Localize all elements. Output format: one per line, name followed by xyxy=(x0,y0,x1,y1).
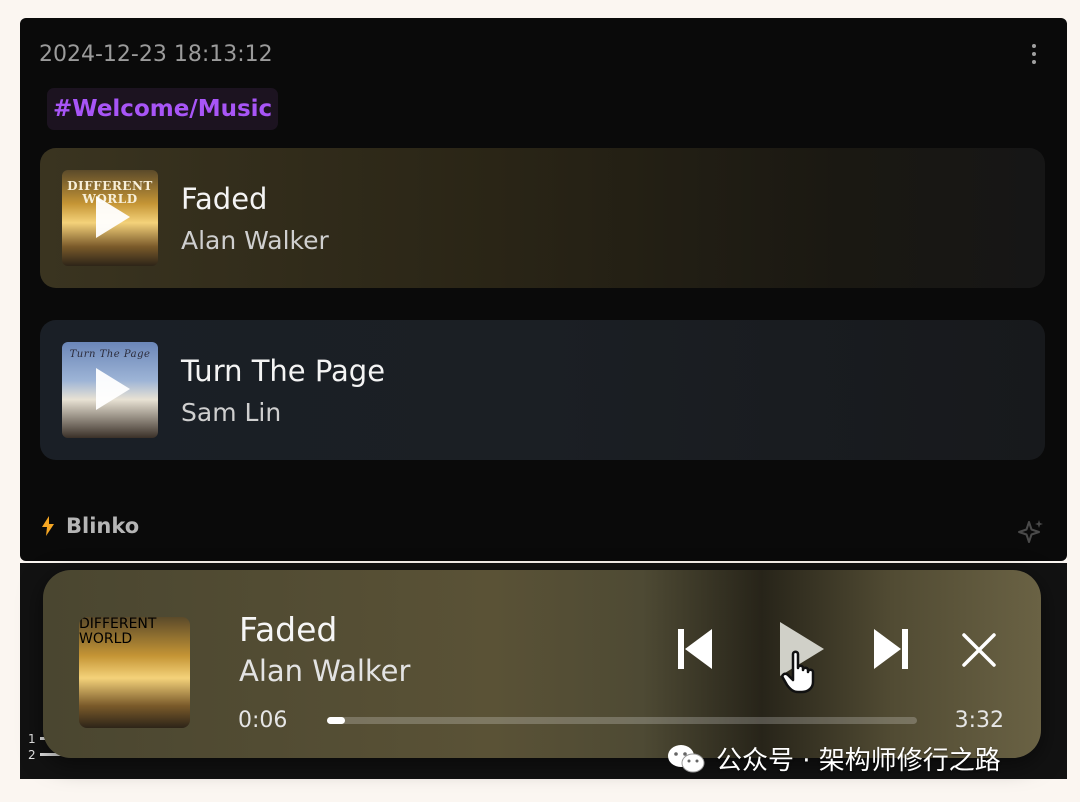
next-icon[interactable] xyxy=(871,626,911,672)
kebab-menu-icon[interactable] xyxy=(1031,44,1037,66)
player-song-artist: Alan Walker xyxy=(239,654,411,688)
note-timestamp: 2024-12-23 18:13:12 xyxy=(39,42,273,67)
watermark-text: 公众号 · 架构师修行之路 xyxy=(716,746,1001,776)
song-title: Turn The Page xyxy=(181,354,386,388)
brand-label: Blinko xyxy=(66,514,140,538)
progress-bar[interactable] xyxy=(327,717,917,724)
close-icon[interactable] xyxy=(961,632,997,668)
sparkle-icon[interactable] xyxy=(1017,518,1045,546)
song-title: Faded xyxy=(181,182,268,216)
album-cover: DIFFERENT WORLD xyxy=(62,170,158,266)
svg-text:1: 1 xyxy=(28,732,36,746)
song-artist: Alan Walker xyxy=(181,226,329,255)
previous-icon[interactable] xyxy=(675,626,715,672)
music-player: DIFFERENT WORLD Faded Alan Walker 0:06 3… xyxy=(43,570,1041,758)
wechat-icon xyxy=(668,744,705,772)
album-cover-text: Turn The Page xyxy=(69,349,151,360)
brand: Blinko xyxy=(42,514,139,538)
play-icon[interactable] xyxy=(96,196,130,238)
album-cover-text: DIFFERENT WORLD xyxy=(79,617,157,647)
song-card[interactable]: DIFFERENT WORLD Faded Alan Walker xyxy=(40,148,1045,288)
note-card: 2024-12-23 18:13:12 #Welcome/Music DIFFE… xyxy=(20,18,1067,561)
lightning-icon xyxy=(42,516,54,536)
player-album-cover: DIFFERENT WORLD xyxy=(79,617,190,728)
progress-fill xyxy=(327,717,345,724)
hand-cursor-icon xyxy=(781,650,815,694)
watermark: 公众号 · 架构师修行之路 xyxy=(666,740,1001,777)
song-card[interactable]: Turn The Page Turn The Page Sam Lin xyxy=(40,320,1045,460)
play-icon[interactable] xyxy=(96,368,130,410)
song-artist: Sam Lin xyxy=(181,398,282,427)
current-time: 0:06 xyxy=(238,708,288,733)
album-cover: Turn The Page xyxy=(62,342,158,438)
total-time: 3:32 xyxy=(954,708,1004,733)
tag-chip[interactable]: #Welcome/Music xyxy=(47,88,279,130)
player-song-title: Faded xyxy=(239,610,338,649)
svg-text:2: 2 xyxy=(28,748,36,762)
